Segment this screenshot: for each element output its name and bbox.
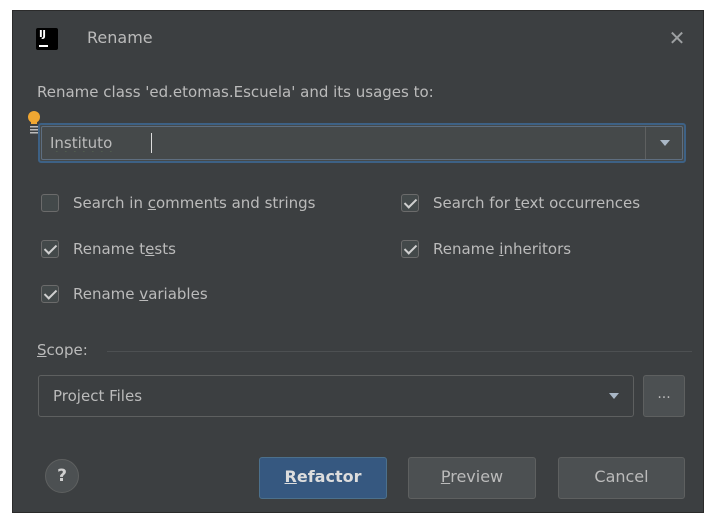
rename-prompt: Rename class 'ed.etomas.Escuela' and its… bbox=[37, 83, 434, 101]
rename-inheritors-label: Rename inheritors bbox=[433, 240, 572, 258]
search-text-occurrences-label: Search for text occurrences bbox=[433, 194, 641, 212]
title-bar: IJ Rename ✕ bbox=[13, 11, 703, 69]
scope-selected-value: Project Files bbox=[53, 387, 143, 405]
close-icon[interactable]: ✕ bbox=[665, 26, 689, 50]
scope-browse-button[interactable]: ... bbox=[643, 375, 685, 417]
text-caret bbox=[151, 133, 152, 153]
scope-label: Scope: bbox=[37, 341, 88, 359]
intellij-app-icon: IJ bbox=[36, 28, 58, 50]
search-text-occurrences-checkbox[interactable]: Search for text occurrences bbox=[401, 194, 640, 212]
search-comments-box[interactable] bbox=[41, 194, 59, 212]
rename-tests-label: Rename tests bbox=[73, 240, 176, 258]
scope-dropdown-arrow-icon[interactable] bbox=[601, 376, 633, 416]
rename-inheritors-box[interactable] bbox=[401, 240, 419, 258]
new-name-combobox[interactable] bbox=[38, 123, 686, 163]
preview-button[interactable]: Preview bbox=[408, 457, 536, 499]
scope-separator bbox=[107, 351, 692, 352]
search-text-occurrences-box[interactable] bbox=[401, 194, 419, 212]
rename-variables-checkbox[interactable]: Rename variables bbox=[41, 285, 208, 303]
rename-dialog: IJ Rename ✕ Rename class 'ed.etomas.Escu… bbox=[12, 10, 704, 513]
search-comments-checkbox[interactable]: Search in comments and strings bbox=[41, 194, 315, 212]
search-comments-label: Search in comments and strings bbox=[73, 194, 316, 212]
scope-dropdown[interactable]: Project Files bbox=[38, 375, 634, 417]
help-button[interactable]: ? bbox=[45, 459, 79, 493]
rename-tests-checkbox[interactable]: Rename tests bbox=[41, 240, 176, 258]
cancel-button[interactable]: Cancel bbox=[558, 457, 685, 499]
rename-variables-label: Rename variables bbox=[73, 285, 208, 303]
refactor-button[interactable]: Refactor bbox=[259, 457, 387, 499]
dialog-title: Rename bbox=[87, 28, 153, 47]
rename-variables-box[interactable] bbox=[41, 285, 59, 303]
rename-inheritors-checkbox[interactable]: Rename inheritors bbox=[401, 240, 571, 258]
name-dropdown-arrow-icon[interactable] bbox=[646, 125, 684, 161]
new-name-input[interactable] bbox=[50, 131, 630, 155]
app-icon-letters: IJ bbox=[39, 29, 46, 40]
rename-tests-box[interactable] bbox=[41, 240, 59, 258]
